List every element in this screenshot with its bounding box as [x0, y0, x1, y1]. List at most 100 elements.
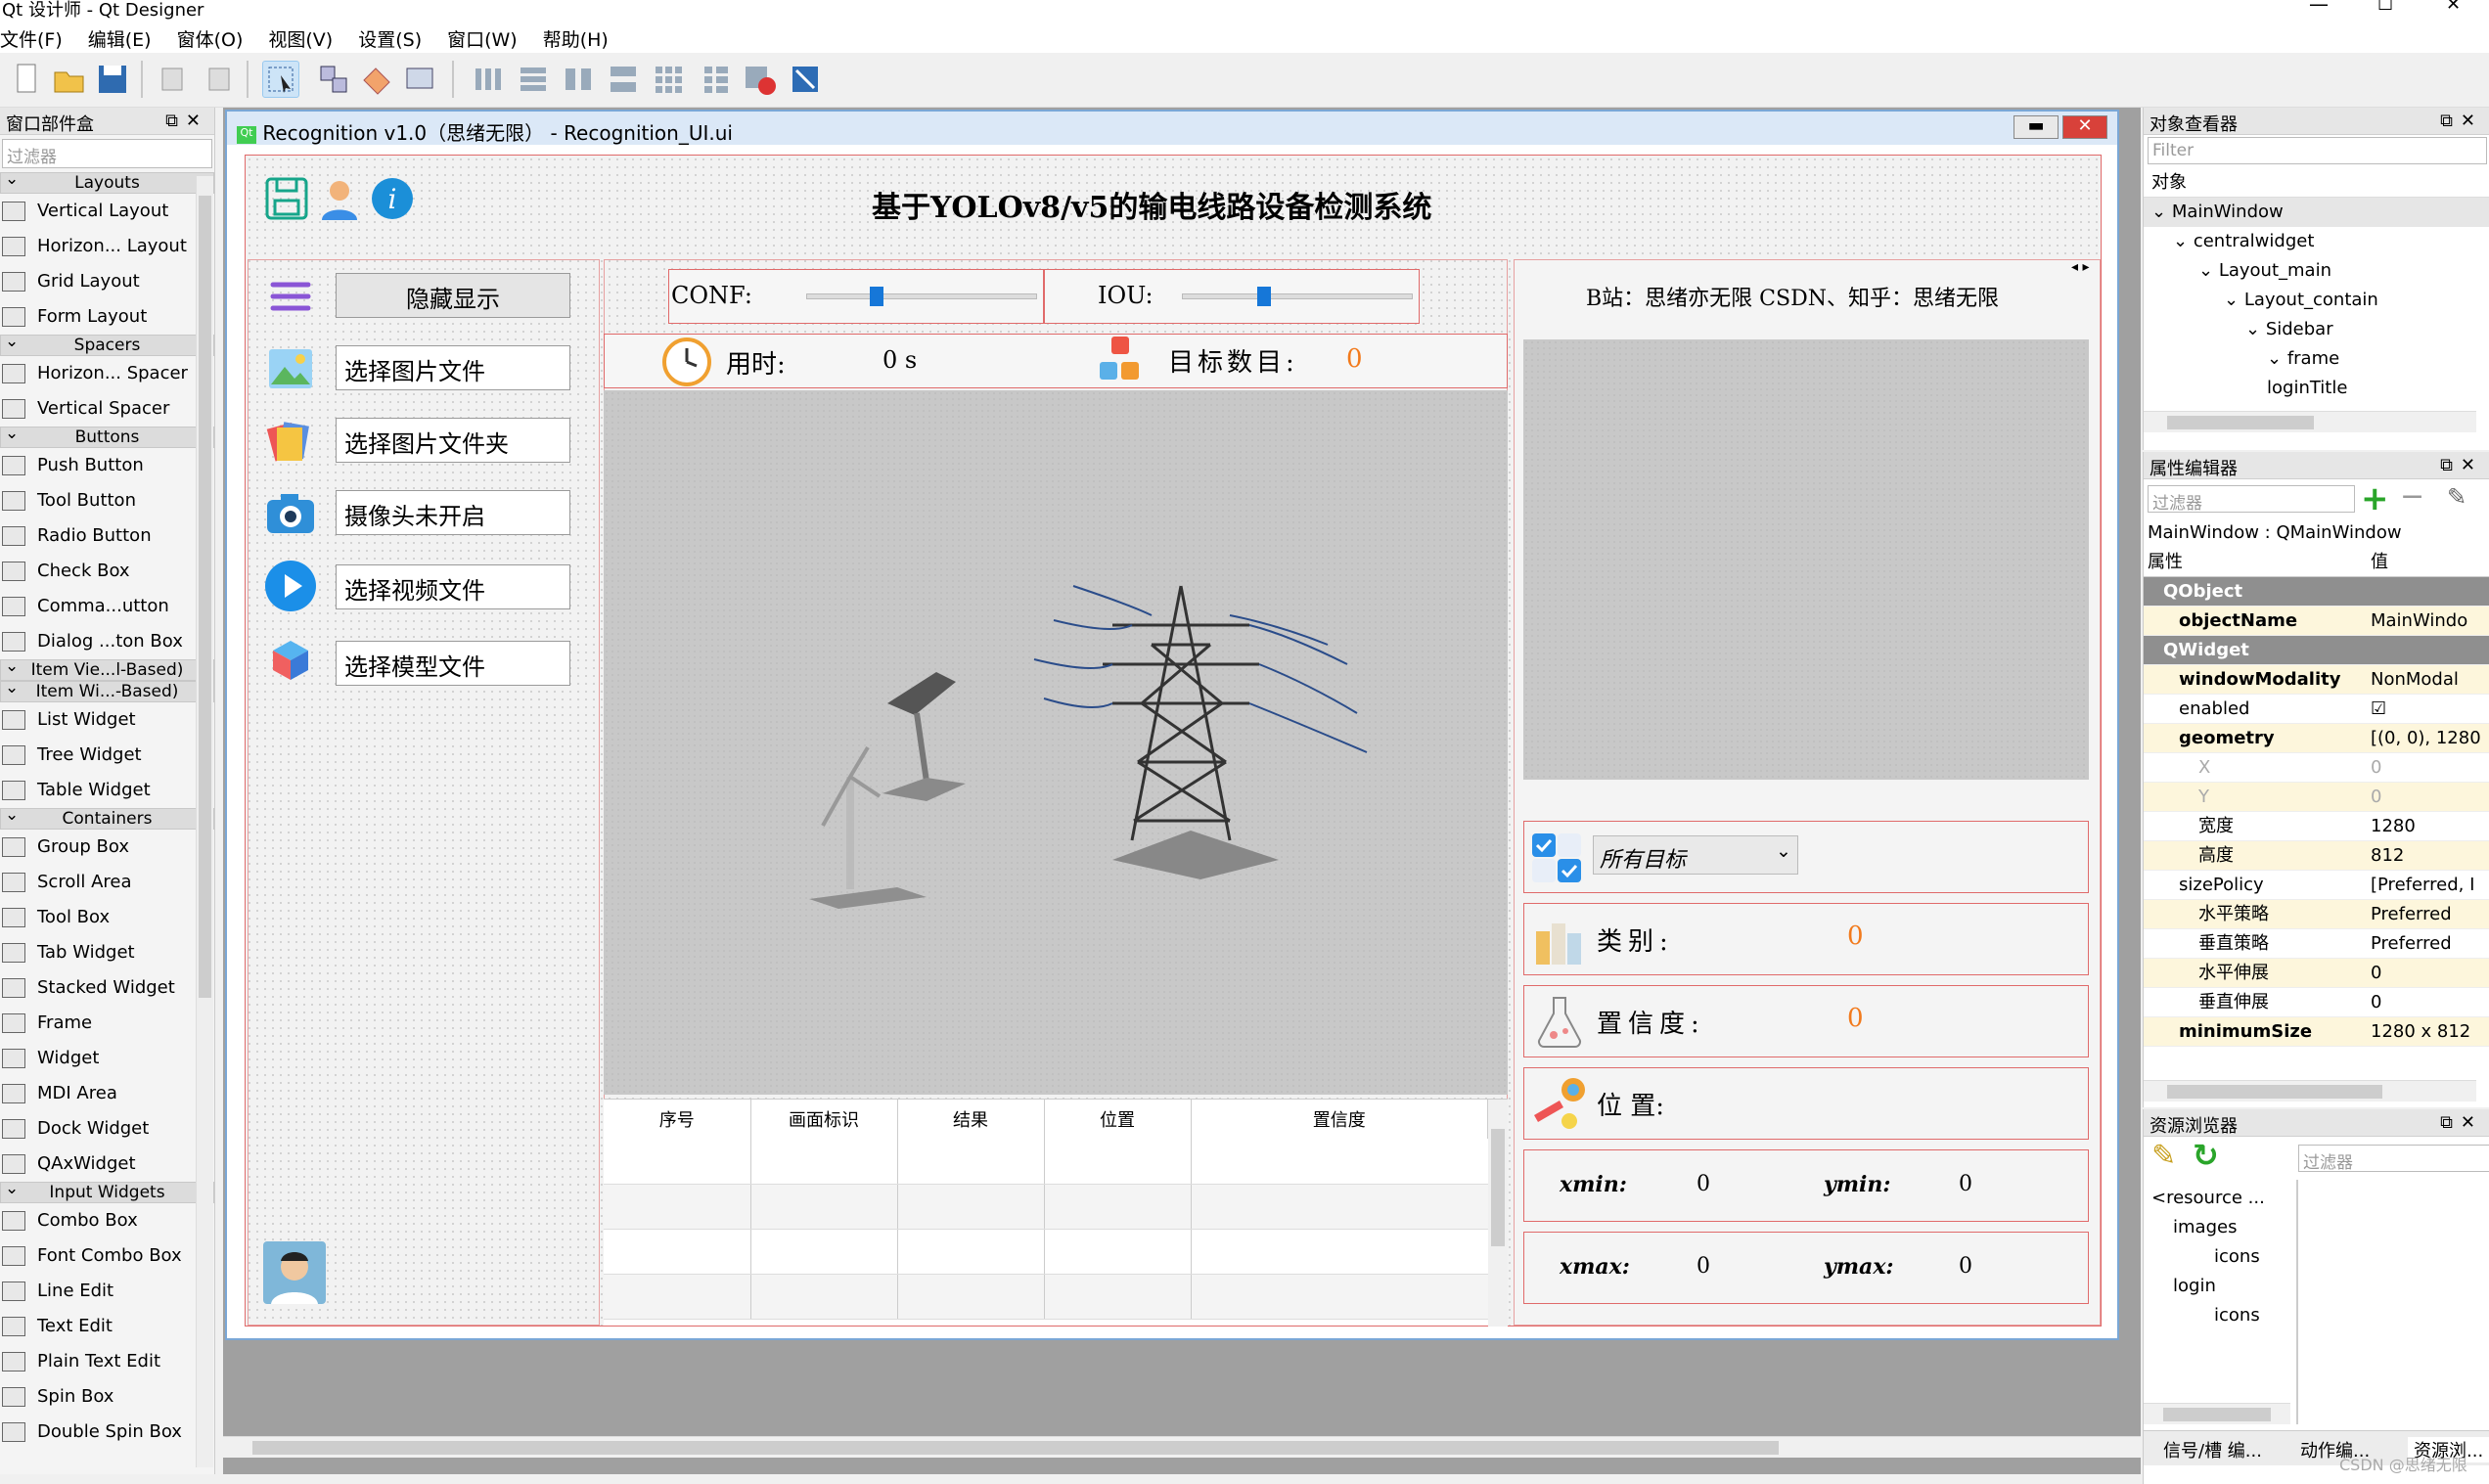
menu-window[interactable]: 窗口(W) — [447, 22, 518, 52]
close-button[interactable]: ✕ — [2446, 0, 2461, 15]
property-value[interactable]: 0 — [2365, 959, 2489, 987]
property-value[interactable]: 812 — [2365, 841, 2489, 870]
break-layout-icon[interactable] — [742, 61, 779, 98]
dock-float-close-icons[interactable]: ⧉✕ — [2440, 111, 2483, 131]
widget-item[interactable]: Tree Widget — [0, 738, 214, 773]
edit-buddies-icon[interactable] — [358, 61, 395, 98]
table-row[interactable] — [604, 1229, 1488, 1275]
col-header-source[interactable]: 画面标识 — [750, 1100, 898, 1139]
widget-category[interactable]: Item Vie...l-Based) — [0, 656, 214, 681]
property-row[interactable]: X0 — [2144, 753, 2489, 783]
edit-signals-icon[interactable] — [315, 61, 352, 98]
minimize-button[interactable]: — — [2309, 0, 2329, 16]
widget-item[interactable]: Tool Box — [0, 900, 214, 935]
col-header-result[interactable]: 结果 — [897, 1100, 1045, 1139]
widget-item[interactable]: Tool Button — [0, 483, 214, 518]
property-row[interactable]: objectName MainWindo — [2144, 607, 2489, 636]
resource-tree-item[interactable]: images — [2144, 1213, 2290, 1242]
widget-item[interactable]: Radio Button — [0, 518, 214, 554]
menu-form[interactable]: 窗体(O) — [177, 22, 244, 52]
menu-file[interactable]: 文件(F) — [0, 22, 63, 52]
select-video-button[interactable]: 选择视频文件 — [336, 564, 570, 609]
dock-float-close-icons[interactable]: ⧉✕ — [165, 111, 208, 131]
toggle-sidebar-button[interactable]: 隐藏显示 — [336, 273, 570, 318]
property-row[interactable]: 宽度 1280 — [2144, 812, 2489, 841]
property-row[interactable]: enabled ☑ — [2144, 695, 2489, 724]
select-model-button[interactable]: 选择模型文件 — [336, 641, 570, 686]
widget-item[interactable]: Group Box — [0, 830, 214, 865]
select-image-button[interactable]: 选择图片文件 — [336, 345, 570, 390]
iou-slider[interactable] — [1182, 287, 1413, 306]
widget-item[interactable]: Dock Widget — [0, 1111, 214, 1147]
tree-expand-icon[interactable]: ⌄ — [2198, 260, 2219, 281]
widget-item[interactable]: Dialog ...ton Box — [0, 624, 214, 659]
widget-item[interactable]: Check Box — [0, 554, 214, 589]
property-value[interactable]: Preferred — [2365, 929, 2489, 958]
widget-category[interactable]: Layouts — [0, 169, 214, 194]
widget-item[interactable]: Stacked Widget — [0, 970, 214, 1006]
object-tree-item[interactable]: ⌄ centralwidget — [2144, 227, 2489, 256]
property-hscrollbar[interactable] — [2144, 1080, 2476, 1102]
col-header-position[interactable]: 位置 — [1044, 1100, 1192, 1139]
widget-item[interactable]: Vertical Layout — [0, 194, 214, 229]
copy-icon[interactable] — [157, 61, 194, 98]
menu-help[interactable]: 帮助(H) — [543, 22, 609, 52]
widget-item[interactable]: Grid Layout — [0, 264, 214, 299]
tab-signals-slots[interactable]: 信号/槽 编... — [2163, 1437, 2262, 1462]
widget-item[interactable]: Font Combo Box — [0, 1238, 214, 1274]
open-folder-icon[interactable] — [51, 61, 88, 98]
tree-expand-icon[interactable]: ⌄ — [2151, 202, 2172, 222]
layout-hsplitter-icon[interactable] — [560, 61, 597, 98]
object-tree-item[interactable]: loginTitle — [2144, 374, 2489, 403]
widget-category[interactable]: Spacers — [0, 332, 214, 356]
menu-settings[interactable]: 设置(S) — [358, 22, 422, 52]
menu-edit[interactable]: 编辑(E) — [88, 22, 152, 52]
property-value[interactable]: Preferred — [2365, 900, 2489, 928]
menu-icon[interactable] — [263, 269, 318, 324]
property-value[interactable]: NonModal — [2365, 665, 2489, 694]
col-header-confidence[interactable]: 置信度 — [1191, 1100, 1488, 1139]
adjust-size-icon[interactable] — [787, 61, 824, 98]
tree-expand-icon[interactable]: ⌄ — [2173, 231, 2194, 251]
property-col-name[interactable]: 属性 — [2144, 548, 2365, 576]
add-property-icon[interactable]: + — [2361, 479, 2389, 518]
property-row[interactable]: minimumSize 1280 x 812 — [2144, 1017, 2489, 1047]
layout-vertical-icon[interactable] — [515, 61, 552, 98]
form-minimize-button[interactable]: ▬ — [2014, 115, 2059, 139]
tree-expand-icon[interactable]: ⌄ — [2224, 290, 2244, 310]
edit-tab-order-icon[interactable] — [401, 61, 438, 98]
user-icon[interactable] — [316, 175, 363, 222]
info-icon[interactable]: i — [369, 175, 416, 222]
form-close-button[interactable]: ✕ — [2062, 115, 2107, 139]
mdi-hscrollbar[interactable] — [223, 1436, 2141, 1458]
new-file-icon[interactable] — [8, 61, 45, 98]
dock-float-close-icons[interactable]: ⧉✕ — [2440, 1112, 2483, 1133]
property-value[interactable] — [2365, 636, 2489, 664]
widget-category[interactable]: Input Widgets — [0, 1179, 214, 1203]
edit-pencil-icon[interactable]: ✎ — [2151, 1139, 2176, 1173]
object-filter-input[interactable]: Filter — [2148, 137, 2487, 164]
widget-item[interactable]: Plain Text Edit — [0, 1344, 214, 1379]
widget-item[interactable]: Vertical Spacer — [0, 391, 214, 427]
remove-property-icon[interactable]: − — [2400, 479, 2424, 514]
resource-tree-item[interactable]: icons — [2144, 1242, 2290, 1272]
property-value[interactable]: 1280 x 812 — [2365, 1017, 2489, 1046]
image-file-icon[interactable] — [263, 341, 318, 396]
conf-slider[interactable] — [806, 287, 1037, 306]
edit-widgets-icon[interactable] — [262, 61, 299, 98]
property-value[interactable]: [(0, 0), 1280 — [2365, 724, 2489, 752]
property-value[interactable]: MainWindo — [2365, 607, 2489, 635]
resource-filter-input[interactable]: 过滤器 — [2298, 1145, 2489, 1173]
property-value[interactable]: 1280 — [2365, 812, 2489, 840]
widget-item[interactable]: Comma...utton — [0, 589, 214, 624]
widget-item[interactable]: QAxWidget — [0, 1147, 214, 1182]
reload-icon[interactable]: ↻ — [2193, 1137, 2219, 1174]
property-row[interactable]: 高度 812 — [2144, 841, 2489, 871]
tree-expand-icon[interactable]: ⌄ — [2245, 319, 2266, 339]
save-icon[interactable] — [263, 175, 310, 222]
widget-box-scrollbar[interactable] — [196, 176, 213, 1467]
object-tree-item[interactable]: ⌄ Sidebar — [2144, 315, 2489, 344]
property-row[interactable]: 水平策略 Preferred — [2144, 900, 2489, 929]
object-tree-item[interactable]: ⌄ Layout_contain — [2144, 286, 2489, 315]
resource-splitter[interactable] — [2296, 1180, 2298, 1424]
